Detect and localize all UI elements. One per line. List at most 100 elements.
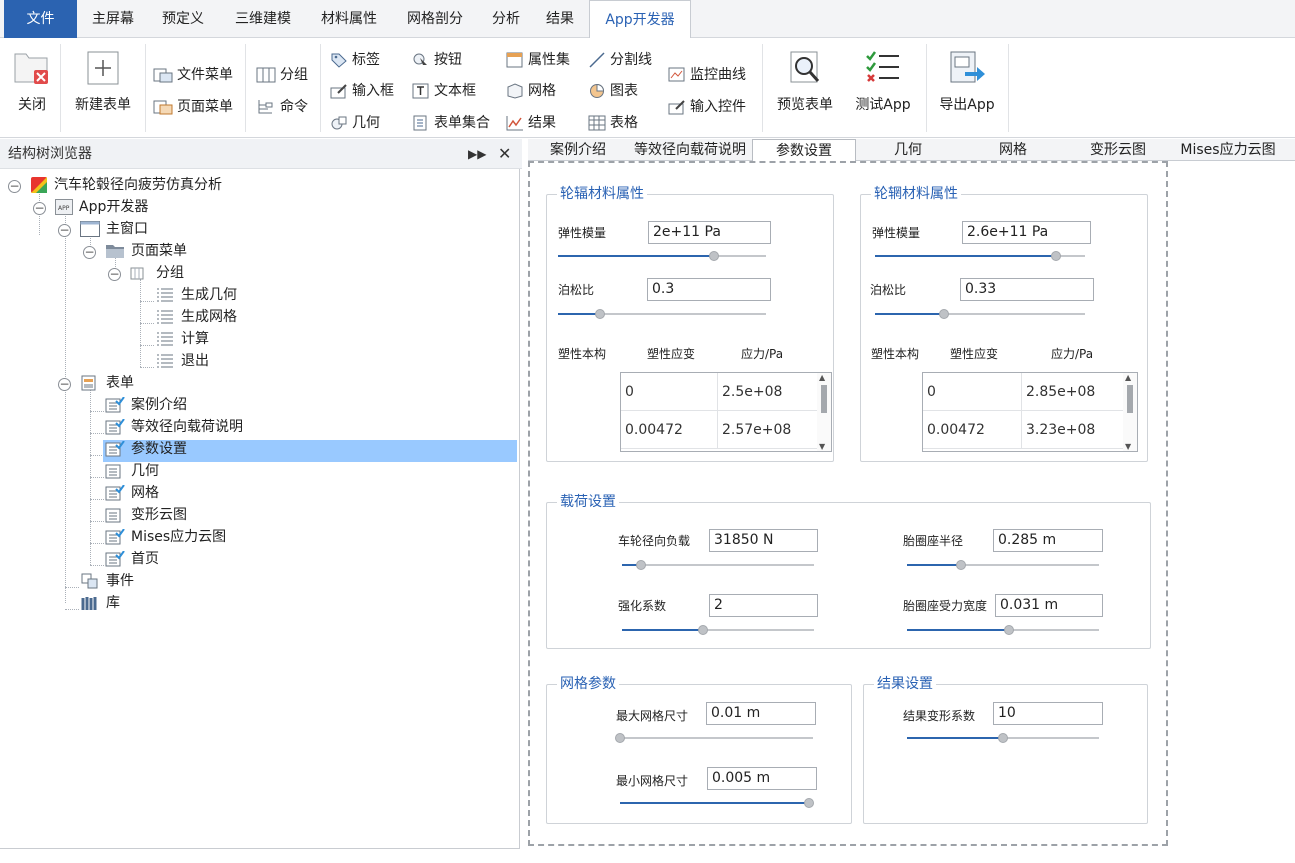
- tree-form-item[interactable]: 首页: [105, 548, 159, 570]
- table-cell[interactable]: 2.5e+08: [718, 373, 818, 411]
- min-mesh-input[interactable]: 0.005 m: [707, 767, 817, 790]
- spoke-elastic-input[interactable]: 2e+11 Pa: [648, 221, 771, 244]
- tree-form-item[interactable]: Mises应力云图: [105, 526, 226, 548]
- max-mesh-input[interactable]: 0.01 m: [706, 702, 816, 725]
- tab-geometry[interactable]: 几何: [868, 139, 948, 161]
- tree-main-window[interactable]: 主窗口: [80, 218, 148, 240]
- strengthen-factor-slider[interactable]: [622, 625, 814, 635]
- bead-seat-width-slider[interactable]: [907, 625, 1099, 635]
- tab-mesh[interactable]: 网格: [973, 139, 1053, 161]
- text-box-button[interactable]: 文本框: [412, 79, 476, 103]
- deformation-scale-input[interactable]: 10: [993, 702, 1103, 725]
- rim-elastic-input[interactable]: 2.6e+11 Pa: [962, 221, 1091, 244]
- rim-plastic-table[interactable]: 0 2.85e+08 0.00472 3.23e+08 ▲ ▼: [922, 372, 1138, 452]
- rim-poisson-slider[interactable]: [875, 309, 1085, 319]
- property-set-button[interactable]: 属性集: [506, 48, 570, 72]
- collapse-toggle[interactable]: −: [83, 246, 96, 259]
- tree-app-developer[interactable]: APP App开发器: [55, 196, 148, 218]
- tree-command-item[interactable]: 生成网格: [155, 306, 237, 328]
- bead-seat-width-input[interactable]: 0.031 m: [995, 594, 1103, 617]
- tree-form-item[interactable]: 案例介绍: [105, 394, 187, 416]
- menu-3d-modeling[interactable]: 三维建模: [220, 0, 306, 38]
- divider-button[interactable]: 分割线: [588, 48, 652, 72]
- table-button[interactable]: 表格: [588, 111, 638, 135]
- geometry-button[interactable]: 几何: [330, 111, 380, 135]
- tree-form-item[interactable]: 等效径向载荷说明: [105, 416, 243, 438]
- tree-form-item-selected[interactable]: 参数设置: [105, 438, 187, 460]
- input-box-button[interactable]: 输入框: [330, 79, 394, 103]
- tab-deformation[interactable]: 变形云图: [1076, 139, 1160, 161]
- input-control-button[interactable]: 输入控件: [668, 95, 746, 119]
- monitor-curve-button[interactable]: 监控曲线: [668, 63, 746, 87]
- preview-form-button[interactable]: 预览表单: [770, 48, 840, 114]
- bead-seat-radius-slider[interactable]: [907, 560, 1099, 570]
- close-panel-icon[interactable]: ✕: [498, 139, 511, 169]
- result-button[interactable]: 结果: [506, 111, 556, 135]
- chart-button[interactable]: 图表: [588, 79, 638, 103]
- menu-results[interactable]: 结果: [534, 0, 586, 38]
- label-button[interactable]: 标签: [330, 48, 380, 72]
- tree-command-item[interactable]: 生成几何: [155, 284, 237, 306]
- table-scrollbar[interactable]: ▲ ▼: [1123, 373, 1137, 451]
- collapse-toggle[interactable]: −: [33, 202, 46, 215]
- spoke-plastic-table[interactable]: 0 2.5e+08 0.00472 2.57e+08 ▲ ▼: [620, 372, 832, 452]
- spoke-elastic-slider[interactable]: [558, 251, 766, 261]
- group-button[interactable]: 分组: [256, 63, 308, 87]
- table-cell[interactable]: 2.57e+08: [718, 411, 818, 449]
- new-form-button[interactable]: 新建表单: [66, 48, 140, 114]
- button-button[interactable]: 按钮: [412, 48, 462, 72]
- table-cell[interactable]: 0.00472: [923, 411, 1022, 449]
- min-mesh-slider[interactable]: [620, 798, 814, 808]
- tab-parameters[interactable]: 参数设置: [752, 139, 856, 162]
- collapse-toggle[interactable]: −: [8, 180, 21, 193]
- tree-group[interactable]: 分组: [130, 262, 184, 284]
- tree-form-item[interactable]: 几何: [105, 460, 159, 482]
- rim-poisson-input[interactable]: 0.33: [960, 278, 1094, 301]
- close-button[interactable]: 关闭: [10, 48, 54, 114]
- tree-form-item[interactable]: 网格: [105, 482, 159, 504]
- export-app-button[interactable]: 导出App: [932, 48, 1002, 114]
- tree-command-item[interactable]: 退出: [155, 350, 209, 372]
- deformation-scale-slider[interactable]: [907, 733, 1099, 743]
- menu-home[interactable]: 主屏幕: [80, 0, 146, 38]
- tree-form-item[interactable]: 变形云图: [105, 504, 187, 526]
- tree-command-item[interactable]: 计算: [155, 328, 209, 350]
- tab-radial-load[interactable]: 等效径向载荷说明: [628, 139, 752, 161]
- rim-elastic-slider[interactable]: [875, 251, 1085, 261]
- menu-material[interactable]: 材料属性: [306, 0, 392, 38]
- tree-root[interactable]: 汽车轮毂径向疲劳仿真分析: [30, 174, 222, 196]
- max-mesh-slider[interactable]: [615, 733, 813, 743]
- tree-events[interactable]: 事件: [80, 570, 134, 592]
- table-scrollbar[interactable]: ▲ ▼: [817, 373, 831, 451]
- table-cell[interactable]: 0: [621, 373, 718, 411]
- radial-load-input[interactable]: 31850 N: [709, 529, 818, 552]
- strengthen-factor-input[interactable]: 2: [709, 594, 818, 617]
- menu-file[interactable]: 文件: [4, 0, 77, 38]
- menu-predefined[interactable]: 预定义: [150, 0, 216, 38]
- tab-case-intro[interactable]: 案例介绍: [538, 139, 618, 161]
- mesh-button[interactable]: 网格: [506, 79, 556, 103]
- collapse-toggle[interactable]: −: [58, 378, 71, 391]
- collapse-toggle[interactable]: −: [58, 224, 71, 237]
- menu-analysis[interactable]: 分析: [478, 0, 534, 38]
- file-menu-button[interactable]: 文件菜单: [153, 63, 233, 87]
- table-cell[interactable]: 3.23e+08: [1022, 411, 1124, 449]
- radial-load-slider[interactable]: [622, 560, 814, 570]
- table-cell[interactable]: 0: [923, 373, 1022, 411]
- tree-forms[interactable]: 表单: [80, 372, 134, 394]
- tab-mises[interactable]: Mises应力云图: [1168, 139, 1288, 161]
- spoke-poisson-input[interactable]: 0.3: [647, 278, 771, 301]
- collapse-toggle[interactable]: −: [108, 268, 121, 281]
- fast-forward-icon[interactable]: ▶▶: [468, 139, 486, 169]
- spoke-poisson-slider[interactable]: [558, 309, 766, 319]
- tree-library[interactable]: 库: [80, 592, 120, 614]
- command-button[interactable]: 命令: [256, 95, 308, 119]
- table-cell[interactable]: 0.00472: [621, 411, 718, 449]
- test-app-button[interactable]: 测试App: [846, 48, 920, 114]
- page-menu-button[interactable]: 页面菜单: [153, 95, 233, 119]
- table-cell[interactable]: 2.85e+08: [1022, 373, 1124, 411]
- tree-page-menu[interactable]: 页面菜单: [105, 240, 187, 262]
- bead-seat-radius-input[interactable]: 0.285 m: [993, 529, 1103, 552]
- menu-app-developer[interactable]: App开发器: [589, 0, 691, 39]
- form-set-button[interactable]: 表单集合: [412, 111, 490, 135]
